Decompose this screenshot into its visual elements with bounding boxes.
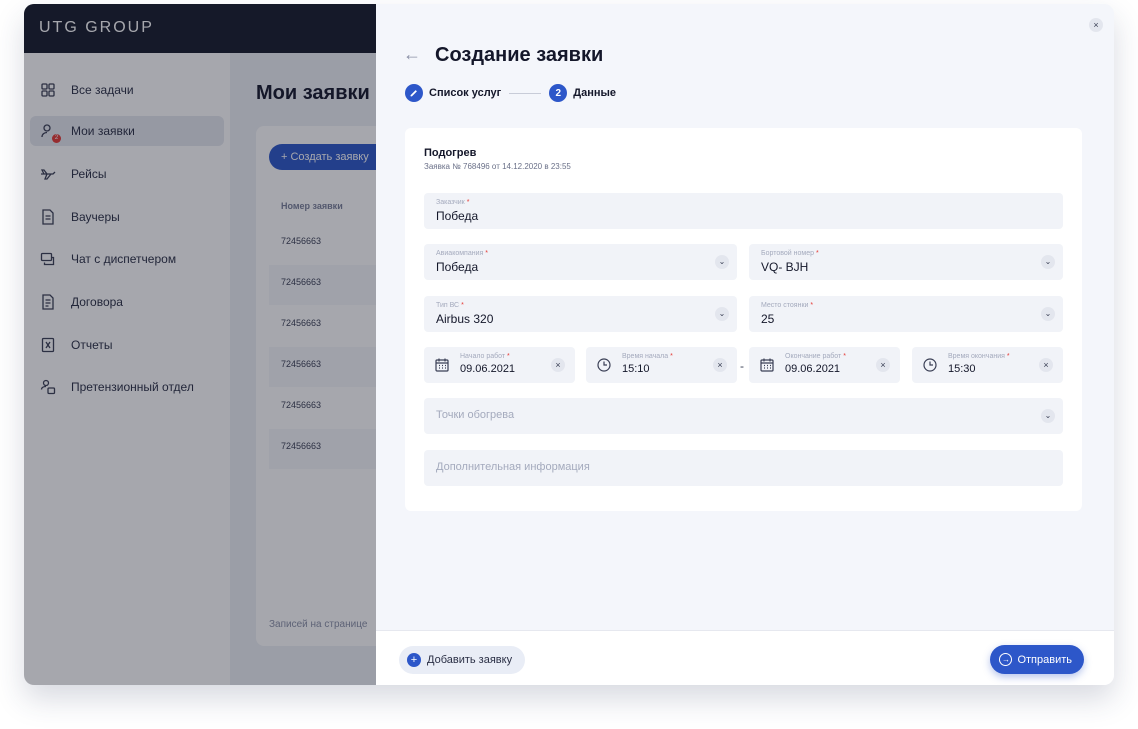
field-label: Время начала * — [622, 353, 673, 360]
service-subtitle: Заявка № 768496 от 14.12.2020 в 23:55 — [424, 162, 571, 171]
close-icon[interactable]: × — [1089, 18, 1103, 32]
field-value: 09.06.2021 — [785, 363, 841, 375]
field-value: 15:30 — [948, 363, 976, 375]
work-start-date-field[interactable]: Начало работ * 09.06.2021 × — [424, 347, 575, 383]
clock-icon — [596, 357, 612, 373]
calendar-icon — [759, 357, 775, 373]
pencil-icon — [405, 84, 423, 102]
start-time-field[interactable]: Время начала * 15:10 × — [586, 347, 737, 383]
modal-title: Создание заявки — [435, 44, 604, 66]
background-app: UTG GROUP Все задачи 2 Мои заявки Рейсы … — [24, 4, 406, 685]
send-button[interactable]: → Отправить — [990, 645, 1084, 674]
field-label: Начало работ * — [460, 353, 510, 360]
chevron-down-icon[interactable]: ⌄ — [715, 255, 729, 269]
step-number: 2 — [549, 84, 568, 102]
field-value: VQ- BJH — [761, 260, 809, 274]
clear-icon[interactable]: × — [1039, 358, 1053, 372]
field-placeholder: Точки обогрева — [436, 409, 515, 421]
create-request-panel: × ← Создание заявки Список услуг 2 Данны… — [376, 4, 1114, 685]
dim-overlay[interactable] — [24, 4, 376, 685]
heating-points-select[interactable]: Точки обогрева ⌄ — [424, 398, 1063, 434]
parking-select[interactable]: Место стоянки * 25 ⌄ — [749, 296, 1063, 332]
additional-info-field[interactable]: Дополнительная информация — [424, 450, 1063, 486]
field-value: Airbus 320 — [436, 312, 494, 326]
field-label: Авиакомпания * — [436, 250, 488, 257]
work-end-date-field[interactable]: Окончание работ * 09.06.2021 × — [749, 347, 900, 383]
step-divider — [509, 92, 542, 94]
airline-select[interactable]: Авиакомпания * Победа ⌄ — [424, 244, 737, 280]
field-label: Место стоянки * — [761, 302, 814, 309]
send-label: Отправить — [1017, 653, 1072, 666]
clear-icon[interactable]: × — [876, 358, 890, 372]
board-number-select[interactable]: Бортовой номер * VQ- BJH ⌄ — [749, 244, 1063, 280]
field-label: Время окончания * — [948, 353, 1010, 360]
add-request-label: Добавить заявку — [427, 654, 513, 666]
clock-icon — [922, 357, 938, 373]
back-arrow-icon[interactable]: ← — [403, 44, 421, 65]
add-request-button[interactable]: + Добавить заявку — [399, 646, 526, 674]
field-label: Бортовой номер * — [761, 250, 819, 257]
plus-icon: + — [407, 653, 421, 667]
field-label: Заказчик * — [436, 199, 470, 206]
field-value: Победа — [436, 209, 479, 223]
main-frame: UTG GROUP Все задачи 2 Мои заявки Рейсы … — [24, 4, 1114, 685]
field-value: 15:10 — [622, 363, 650, 375]
stepper: Список услуг 2 Данные — [405, 84, 616, 102]
field-label: Тип ВС * — [436, 302, 464, 309]
chevron-down-icon[interactable]: ⌄ — [1041, 255, 1055, 269]
chevron-down-icon[interactable]: ⌄ — [715, 307, 729, 321]
range-separator: - — [740, 359, 744, 373]
field-value: Победа — [436, 260, 479, 274]
step-services[interactable]: Список услуг — [429, 87, 501, 99]
clear-icon[interactable]: × — [551, 358, 565, 372]
clear-icon[interactable]: × — [713, 358, 727, 372]
chevron-down-icon[interactable]: ⌄ — [1041, 409, 1055, 423]
calendar-icon — [434, 357, 450, 373]
arrow-right-circle-icon: → — [999, 653, 1013, 666]
aircraft-type-select[interactable]: Тип ВС * Airbus 320 ⌄ — [424, 296, 737, 332]
panel-footer: + Добавить заявку → Отправить — [376, 630, 1114, 685]
field-label: Окончание работ * — [785, 353, 846, 360]
chevron-down-icon[interactable]: ⌄ — [1041, 307, 1055, 321]
end-time-field[interactable]: Время окончания * 15:30 × — [912, 347, 1063, 383]
field-placeholder: Дополнительная информация — [436, 461, 590, 473]
step-data[interactable]: Данные — [573, 87, 616, 99]
field-value: 09.06.2021 — [460, 363, 516, 375]
customer-field[interactable]: Заказчик * Победа — [424, 193, 1063, 229]
service-name: Подогрев — [424, 147, 477, 159]
field-value: 25 — [761, 312, 775, 326]
